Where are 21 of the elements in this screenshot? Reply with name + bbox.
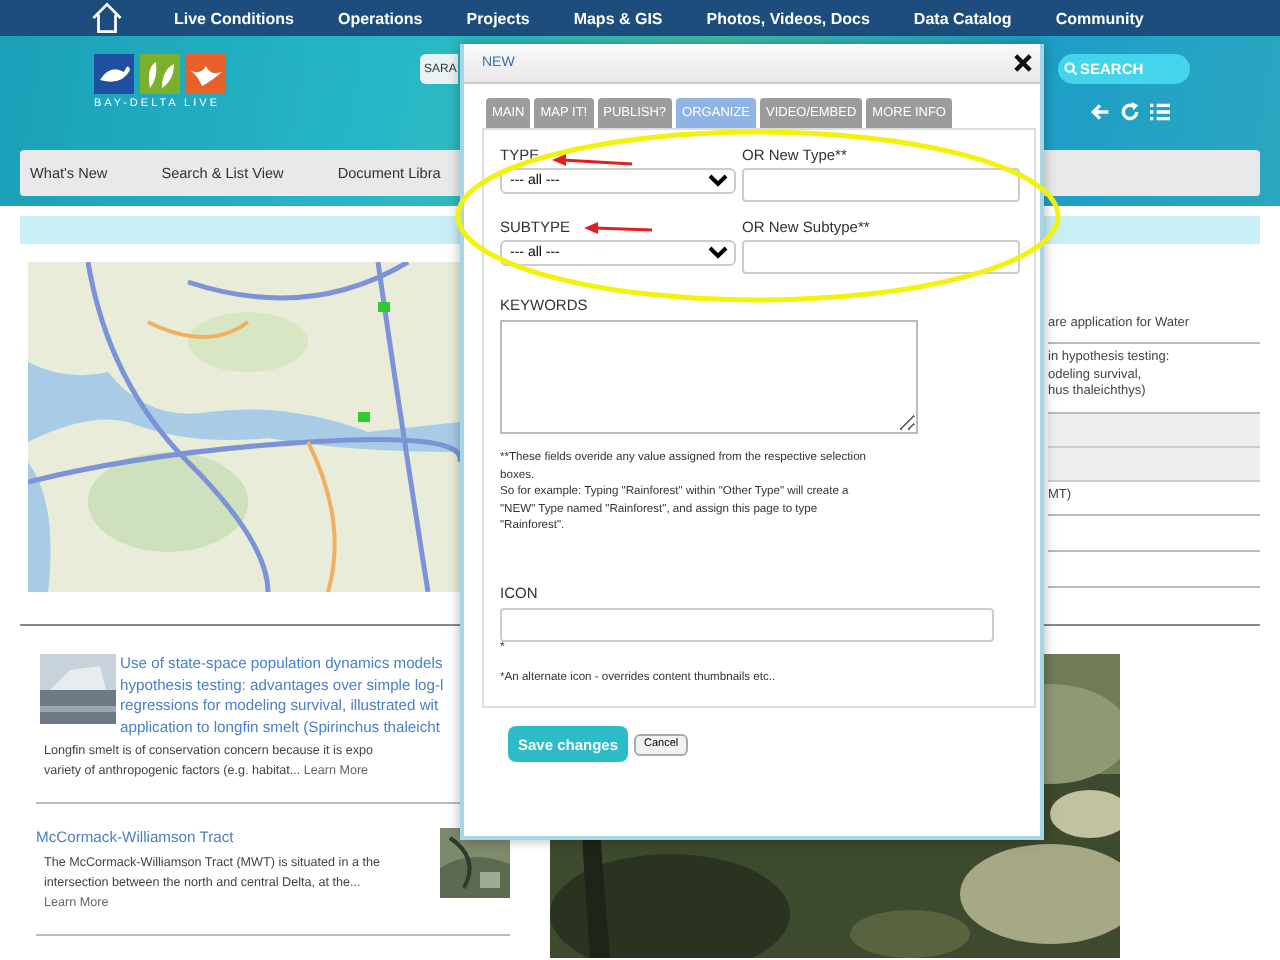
nav-link[interactable]: Projects [466,9,530,27]
back-arrow-icon[interactable] [1090,102,1110,122]
keywords-field[interactable] [500,320,918,434]
list-icon[interactable] [1150,102,1170,122]
nav-link[interactable]: Community [1055,9,1144,27]
search-icon [1064,62,1078,76]
nav-link[interactable]: Data Catalog [913,9,1012,27]
home-icon[interactable] [90,2,124,34]
input-field[interactable] [742,240,1020,274]
arrow [552,154,633,166]
logo-icon[interactable] [94,54,226,94]
input-field[interactable] [742,168,1020,202]
list-row[interactable] [1048,413,1260,448]
nav-link[interactable]: Maps & GIS [573,9,663,27]
close-icon[interactable] [1014,54,1032,72]
arrow [584,222,653,234]
nav-link[interactable]: Photos, Videos, Docs [706,9,870,27]
refresh-icon[interactable] [1120,102,1140,122]
nav-link[interactable]: Operations [338,9,423,27]
input-field[interactable] [500,607,994,641]
nav-link[interactable]: Live Conditions [174,9,294,27]
